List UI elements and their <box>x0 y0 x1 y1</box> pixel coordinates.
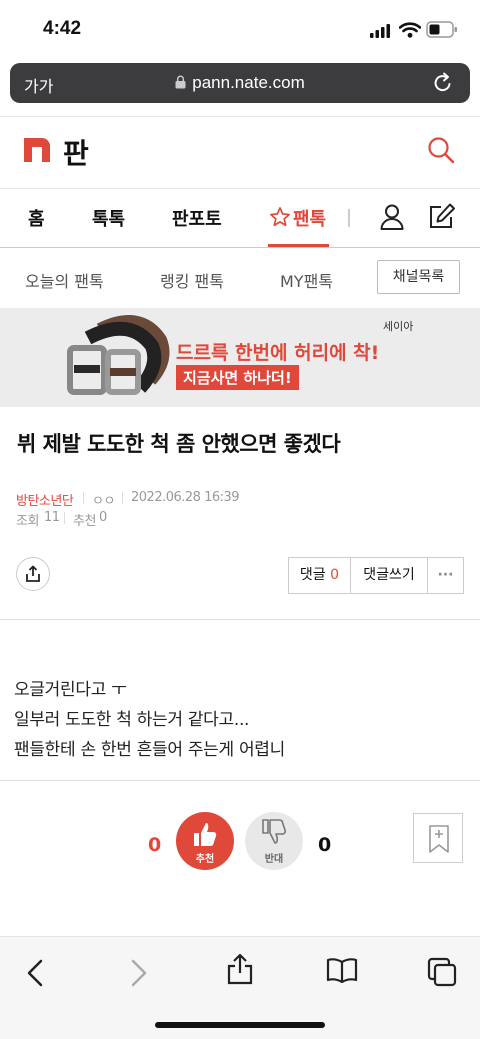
back-icon[interactable] <box>26 959 44 987</box>
share-icon <box>26 565 40 582</box>
site-logo-text[interactable]: 판 <box>63 132 89 172</box>
banner-brand: 세이아 <box>383 320 414 333</box>
home-indicator <box>155 1022 325 1028</box>
nav-item-toktok[interactable]: 톡톡 <box>92 205 125 231</box>
url-display[interactable]: pann.nate.com <box>10 73 470 93</box>
star-icon <box>270 207 290 227</box>
url-text: pann.nate.com <box>192 73 305 92</box>
bookmark-button[interactable] <box>413 813 463 863</box>
tabs-icon[interactable] <box>427 957 457 987</box>
main-nav <box>0 188 480 248</box>
oppose-button[interactable]: 반대 <box>245 812 303 870</box>
battery-icon <box>426 21 457 38</box>
recommend-button-label: 추천 <box>195 854 215 865</box>
nav-divider <box>348 209 350 227</box>
active-tab-indicator <box>268 244 329 247</box>
ad-banner[interactable]: 세이아 드르륵 한번에 허리에 착! 지금사면 하나더! <box>0 308 480 407</box>
share-button[interactable] <box>16 557 50 591</box>
post-date: 2022.06.28 16:39 <box>131 490 240 505</box>
nav-item-fantok[interactable]: 팬톡 <box>293 205 326 231</box>
signal-icon <box>370 24 390 38</box>
recommend-count: 0 <box>99 510 107 525</box>
thumbs-up-icon <box>194 823 217 846</box>
nate-logo-icon[interactable] <box>24 138 50 162</box>
meta-divider <box>83 492 84 504</box>
meta-divider <box>122 492 123 504</box>
recommend-button[interactable]: 추천 <box>176 812 234 870</box>
subnav-item-my[interactable]: MY팬톡 <box>280 268 333 292</box>
post-channel-link[interactable]: 방탄소년단 <box>16 490 74 509</box>
meta-divider <box>64 512 65 524</box>
post-title: 뷔 제발 도도한 척 좀 안했으면 좋겠다 <box>17 432 341 456</box>
nav-item-home[interactable]: 홈 <box>28 205 45 231</box>
post-body-line: 팬들한테 손 한번 흔들어 주는게 어렵니 <box>14 740 285 760</box>
browser-url-bar[interactable]: 가가 pann.nate.com <box>10 63 470 103</box>
bookmarks-icon[interactable] <box>326 957 358 983</box>
status-time: 4:42 <box>43 18 82 39</box>
banner-headline: 드르륵 한번에 허리에 착! <box>176 342 380 364</box>
comment-actions: 댓글 0 댓글쓰기 ··· <box>288 557 464 594</box>
views-count: 11 <box>44 510 60 525</box>
status-bar: 4:42 <box>0 0 480 60</box>
divider <box>0 780 480 781</box>
comments-count: 0 <box>330 567 340 583</box>
wifi-icon <box>399 22 421 38</box>
views-label: 조회 <box>16 514 39 529</box>
comments-label: 댓글 <box>299 567 326 583</box>
channel-list-button[interactable]: 채널목록 <box>377 260 460 294</box>
belt-image <box>67 315 170 395</box>
oppose-vote-count: 0 <box>318 834 332 856</box>
user-icon[interactable] <box>380 204 404 230</box>
reload-icon[interactable] <box>432 72 454 94</box>
write-icon[interactable] <box>428 202 456 230</box>
more-button[interactable]: ··· <box>428 558 463 593</box>
oppose-button-label: 반대 <box>264 854 284 865</box>
recommend-vote-count: 0 <box>148 834 162 856</box>
divider <box>0 619 480 620</box>
write-comment-button[interactable]: 댓글쓰기 <box>351 558 428 593</box>
bookmark-add-icon <box>429 825 449 853</box>
comments-button[interactable]: 댓글 0 <box>289 558 351 593</box>
subnav-item-ranking[interactable]: 랭킹 팬톡 <box>160 268 224 292</box>
post-body-line: 일부러 도도한 척 하는거 같다고... <box>14 710 250 730</box>
banner-cta: 지금사면 하나더! <box>176 365 299 390</box>
nav-item-pannphoto[interactable]: 판포토 <box>172 205 222 231</box>
subnav-item-today[interactable]: 오늘의 팬톡 <box>25 268 104 292</box>
recommend-label: 추천 <box>73 514 96 529</box>
post-body-line: 오글거린다고 ㅜ <box>14 680 127 700</box>
thumbs-down-icon <box>262 819 287 844</box>
forward-icon[interactable] <box>130 959 148 987</box>
search-icon[interactable] <box>427 136 455 164</box>
lock-icon <box>175 75 186 89</box>
share-sheet-icon[interactable] <box>227 953 253 985</box>
post-nickname: ㅇㅇ <box>92 494 115 509</box>
